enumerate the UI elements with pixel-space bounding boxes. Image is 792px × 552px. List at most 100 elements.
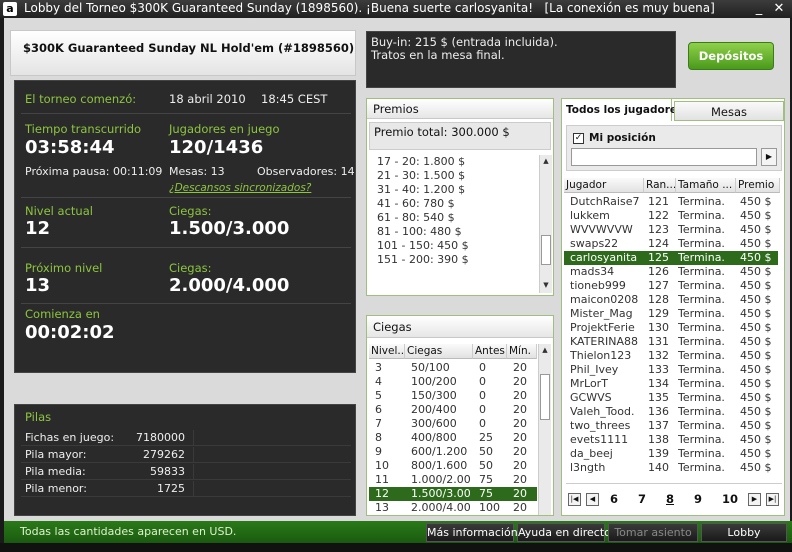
- live-help-button[interactable]: Ayuda en directo: [517, 523, 611, 542]
- page-link[interactable]: 9: [694, 492, 702, 506]
- minimize-icon[interactable]: _: [750, 0, 768, 18]
- player-cell: 450 $: [740, 433, 772, 446]
- scroll-down-icon[interactable]: ▼: [540, 279, 552, 291]
- stack-value: 59833: [150, 465, 185, 478]
- player-row-selected[interactable]: carlosyanita 125 Termina. 450 $: [564, 251, 778, 265]
- scroll-thumb[interactable]: [541, 235, 551, 265]
- prev-page-icon[interactable]: ◀: [586, 493, 599, 506]
- player-row[interactable]: evets1111 138 Termina. 450 $: [564, 433, 778, 447]
- table-row-selected[interactable]: 12 1.500/3.00 75 20: [369, 487, 537, 501]
- column-header[interactable]: Mín.: [507, 344, 537, 359]
- player-cell: DutchRaise7: [570, 195, 640, 208]
- blinds-scrollbar[interactable]: ▲: [538, 344, 551, 515]
- player-cell: 450 $: [740, 461, 772, 474]
- table-row[interactable]: 6 200/400 0 20: [369, 403, 537, 417]
- player-row[interactable]: Phil_Ivey 133 Termina. 450 $: [564, 363, 778, 377]
- player-row[interactable]: mads34 126 Termina. 450 $: [564, 265, 778, 279]
- player-search-input[interactable]: [571, 148, 757, 166]
- table-row[interactable]: 11 1.000/2.00 75 20: [369, 473, 537, 487]
- player-row[interactable]: MrLorT 134 Termina. 450 $: [564, 377, 778, 391]
- take-seat-button[interactable]: Tomar asiento: [608, 523, 698, 542]
- player-row[interactable]: ProjektFerie 130 Termina. 450 $: [564, 321, 778, 335]
- tab-all-players[interactable]: Todos los jugadores: [562, 99, 683, 121]
- column-header[interactable]: Jugador: [564, 178, 644, 193]
- tab-tables[interactable]: Mesas: [674, 101, 784, 121]
- close-icon[interactable]: ✕: [770, 0, 788, 18]
- player-cell: Termina.: [678, 321, 725, 334]
- player-cell: 450 $: [740, 293, 772, 306]
- player-row[interactable]: maicon0208 128 Termina. 450 $: [564, 293, 778, 307]
- player-cell: Termina.: [678, 209, 725, 222]
- player-cell: 137: [648, 419, 669, 432]
- column-header[interactable]: Ran...: [644, 178, 676, 193]
- player-cell: Termina.: [678, 293, 725, 306]
- player-row[interactable]: two_threes 137 Termina. 450 $: [564, 419, 778, 433]
- table-row[interactable]: 5 150/300 0 20: [369, 389, 537, 403]
- table-row[interactable]: 10 800/1.600 50 20: [369, 459, 537, 473]
- player-cell: 134: [648, 377, 669, 390]
- player-row[interactable]: l3ngth 140 Termina. 450 $: [564, 461, 778, 475]
- table-row[interactable]: 9 600/1.200 50 20: [369, 445, 537, 459]
- next-page-icon[interactable]: ▶: [748, 493, 761, 506]
- player-row[interactable]: KATERINA88 131 Termina. 450 $: [564, 335, 778, 349]
- player-row[interactable]: tioneb999 127 Termina. 450 $: [564, 279, 778, 293]
- player-row[interactable]: Mister_Mag 129 Termina. 450 $: [564, 307, 778, 321]
- player-row[interactable]: GCWVS 135 Termina. 450 $: [564, 391, 778, 405]
- table-cell: 100: [479, 501, 500, 514]
- last-page-icon[interactable]: ▶|: [766, 493, 779, 506]
- player-cell: 132: [648, 349, 669, 362]
- table-cell: 6: [375, 403, 382, 416]
- search-go-icon[interactable]: ▶: [761, 148, 777, 166]
- deposits-button[interactable]: Depósitos: [688, 42, 774, 70]
- table-row[interactable]: 13 2.000/4.00 100 20: [369, 501, 537, 515]
- player-cell: 450 $: [740, 237, 772, 250]
- scroll-thumb[interactable]: [540, 374, 550, 420]
- player-cell: mads34: [570, 265, 615, 278]
- player-cell: 128: [648, 293, 669, 306]
- table-cell: 13: [375, 501, 389, 514]
- sync-breaks-link[interactable]: ¿Descansos sincronizados?: [169, 182, 311, 194]
- player-cell: Termina.: [678, 405, 725, 418]
- page-link[interactable]: 10: [722, 492, 738, 506]
- buyin-panel: Buy-in: 215 $ (entrada incluida). Tratos…: [366, 31, 676, 88]
- stack-label: Pila media:: [25, 465, 86, 478]
- table-cell: 5: [375, 389, 382, 402]
- stack-value: 279262: [143, 448, 185, 461]
- more-info-button[interactable]: Más información: [426, 523, 518, 542]
- player-row[interactable]: DutchRaise7 121 Termina. 450 $: [564, 195, 778, 209]
- page-link[interactable]: 7: [638, 492, 646, 506]
- prizes-scrollbar[interactable]: ▲ ▼: [539, 155, 552, 293]
- table-cell: 50: [479, 445, 493, 458]
- window-bottom: [0, 543, 792, 552]
- stack-row: Pila media: 59833: [21, 463, 351, 480]
- stack-label: Fichas en juego:: [25, 431, 115, 444]
- table-row[interactable]: 8 400/800 25 20: [369, 431, 537, 445]
- column-header[interactable]: Premio: [736, 178, 780, 193]
- page-current[interactable]: 8: [666, 492, 674, 506]
- lobby-button[interactable]: Lobby: [701, 523, 787, 542]
- table-cell: 20: [513, 417, 527, 430]
- scroll-up-icon[interactable]: ▲: [539, 344, 551, 356]
- connection-status: [La conexión es muy buena]: [544, 1, 715, 15]
- column-header[interactable]: Ciegas: [405, 344, 473, 359]
- column-header[interactable]: Antes: [473, 344, 507, 359]
- column-header[interactable]: Nivel...: [369, 344, 405, 359]
- first-page-icon[interactable]: |◀: [568, 493, 581, 506]
- player-row[interactable]: swaps22 124 Termina. 450 $: [564, 237, 778, 251]
- player-cell: 122: [648, 209, 669, 222]
- column-header[interactable]: Tamaño ...: [676, 178, 736, 193]
- my-position-checkbox[interactable]: ✓: [573, 133, 584, 144]
- player-row[interactable]: WVVWVVW 123 Termina. 450 $: [564, 223, 778, 237]
- player-cell: 125: [648, 251, 669, 264]
- table-row[interactable]: 3 50/100 0 20: [369, 361, 537, 375]
- table-row[interactable]: 4 100/200 0 20: [369, 375, 537, 389]
- player-cell: 123: [648, 223, 669, 236]
- page-link[interactable]: 6: [610, 492, 618, 506]
- player-cell: Thielon123: [570, 349, 632, 362]
- player-row[interactable]: Valeh_Tood. 136 Termina. 450 $: [564, 405, 778, 419]
- table-row[interactable]: 7 300/600 0 20: [369, 417, 537, 431]
- player-row[interactable]: lukkem 122 Termina. 450 $: [564, 209, 778, 223]
- player-row[interactable]: Thielon123 132 Termina. 450 $: [564, 349, 778, 363]
- player-row[interactable]: da_beej 139 Termina. 450 $: [564, 447, 778, 461]
- scroll-up-icon[interactable]: ▲: [540, 155, 552, 167]
